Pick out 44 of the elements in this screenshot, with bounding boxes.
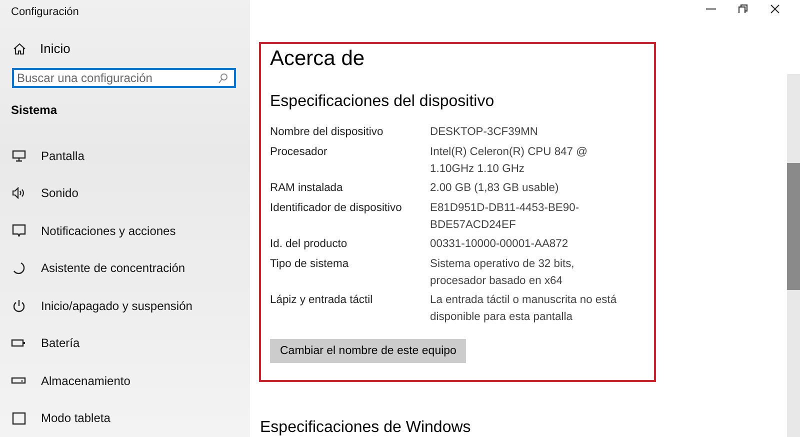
- search-icon: [218, 72, 228, 84]
- spec-label: Procesador: [270, 144, 328, 160]
- home-nav-item[interactable]: Inicio: [0, 38, 250, 60]
- spec-value: Sistema operativo de 32 bits, procesador basado en x64: [430, 256, 576, 288]
- close-icon[interactable]: [770, 4, 780, 14]
- spec-value: 2.00 GB (1,83 GB usable): [430, 181, 560, 196]
- spec-value: DESKTOP-3CF39MN: [430, 125, 539, 140]
- nav-item[interactable]: Inicio/apagado y suspensión: [0, 286, 250, 324]
- spec-value: E81D951D-DB11-4453-BE90-BDE57ACD24EF: [430, 200, 580, 232]
- nav-item[interactable]: Asistente de concentración: [0, 249, 250, 287]
- section-heading: Especificaciones de Windows: [260, 419, 472, 437]
- spec-value: Intel(R) Celeron(R) CPU 847 @ 1.10GHz 1.10 GHz: [430, 144, 588, 176]
- restore-icon[interactable]: [738, 4, 748, 14]
- tablet-icon: [12, 412, 26, 425]
- spec-label: Nombre del dispositivo: [270, 125, 384, 140]
- power-icon: [12, 298, 26, 313]
- nav-item[interactable]: Sonido: [0, 174, 250, 212]
- nav-item[interactable]: Modo tableta: [0, 399, 250, 437]
- nav-item[interactable]: Pantalla: [0, 136, 250, 174]
- home-icon: [13, 42, 26, 55]
- section-heading: Sistema: [11, 102, 58, 117]
- speaker-icon: [12, 187, 26, 200]
- nav-item[interactable]: Notificaciones y acciones: [0, 212, 250, 250]
- message-icon: [12, 224, 26, 238]
- page-title: Acerca de: [270, 46, 366, 72]
- scrollbar-thumb[interactable]: [787, 163, 800, 290]
- drive-icon: [11, 376, 26, 385]
- spec-label: Lápiz y entrada táctil: [270, 293, 374, 308]
- nav-item[interactable]: Batería: [0, 324, 250, 362]
- monitor-icon: [12, 150, 26, 162]
- moon-icon: [12, 262, 26, 275]
- spec-value: 00331-10000-00001-AA872: [430, 237, 570, 252]
- scrollbar-track[interactable]: [787, 74, 800, 437]
- section-heading: Especificaciones del dispositivo: [270, 93, 496, 112]
- rename-button[interactable]: Cambiar el nombre de este equipo: [270, 339, 466, 363]
- search-field[interactable]: Buscar una configuración: [12, 68, 236, 88]
- spec-label: Tipo de sistema: [270, 256, 350, 272]
- spec-label: RAM instalada: [270, 181, 344, 196]
- spec-value: La entrada táctil o manuscrita no está disponible para esta pantalla: [430, 293, 618, 325]
- spec-label: Id. del producto: [270, 237, 348, 252]
- nav-item[interactable]: Almacenamiento: [0, 362, 250, 400]
- battery-icon: [11, 339, 26, 348]
- spec-label: Identificador de dispositivo: [270, 200, 403, 216]
- window-title: Configuración: [10, 5, 80, 20]
